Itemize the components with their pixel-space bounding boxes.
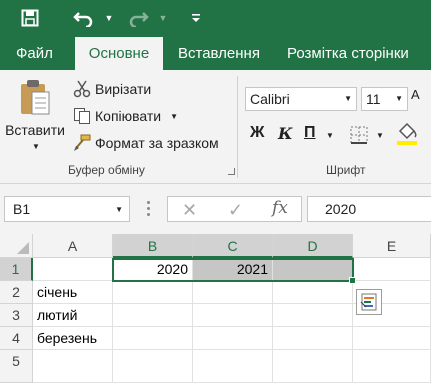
paintbrush-icon	[72, 133, 92, 153]
borders-dropdown-icon[interactable]: ▼	[376, 131, 384, 140]
cell-a1[interactable]	[33, 258, 113, 281]
row-header-3[interactable]: 3	[0, 304, 33, 327]
cell-a3[interactable]: лютий	[33, 304, 113, 327]
row-header-5[interactable]: 5	[0, 350, 33, 383]
copy-label: Копіювати	[95, 108, 162, 124]
redo-icon[interactable]	[126, 7, 150, 29]
font-size-value: 11	[366, 91, 381, 107]
select-all-button[interactable]	[0, 234, 33, 258]
row-header-4[interactable]: 4	[0, 327, 33, 350]
row-header-1[interactable]: 1	[0, 258, 33, 281]
ribbon-separator	[237, 76, 238, 178]
cell-a4[interactable]: березень	[33, 327, 113, 350]
cell-b1[interactable]: 2020	[113, 258, 193, 281]
quick-analysis-icon	[360, 293, 377, 311]
underline-dropdown-icon[interactable]: ▼	[326, 131, 334, 140]
fill-color-icon[interactable]	[396, 122, 418, 149]
font-name-value: Calibri	[250, 91, 290, 107]
tab-page-layout[interactable]: Розмітка сторінки	[287, 37, 409, 70]
italic-button[interactable]: К	[278, 124, 293, 144]
cell-d3[interactable]	[273, 304, 353, 327]
redo-dropdown-icon[interactable]: ▼	[158, 7, 168, 29]
increase-font-size-icon[interactable]: A	[411, 87, 420, 102]
formula-bar: B1 ▼ ✕ ✓ fx 2020	[0, 184, 431, 234]
insert-function-icon[interactable]: fx	[272, 198, 288, 218]
cell-c3[interactable]	[193, 304, 273, 327]
chevron-down-icon[interactable]: ▼	[395, 94, 403, 103]
cell-e5[interactable]	[353, 350, 431, 383]
cell-b5[interactable]	[113, 350, 193, 383]
formula-input[interactable]: 2020	[307, 196, 431, 222]
chevron-down-icon[interactable]: ▼	[344, 94, 352, 103]
ribbon-tabs: Файл Основне Вставлення Розмітка сторінк…	[0, 37, 431, 70]
tab-insert[interactable]: Вставлення	[178, 37, 260, 70]
cut-button[interactable]: Вирізати	[72, 78, 151, 100]
tab-home[interactable]: Основне	[75, 37, 163, 70]
clipboard-icon	[20, 78, 50, 121]
column-header-d[interactable]: D	[273, 234, 353, 258]
column-header-b[interactable]: B	[113, 234, 193, 258]
clipboard-dialog-launcher-icon[interactable]	[228, 168, 235, 175]
cell-c2[interactable]	[193, 281, 273, 304]
save-icon[interactable]	[20, 7, 40, 29]
row-header-2[interactable]: 2	[0, 281, 33, 304]
cut-label: Вирізати	[95, 81, 152, 97]
clipboard-group-label: Буфер обміну	[68, 163, 145, 177]
cell-e1[interactable]	[353, 258, 431, 281]
paste-dropdown-icon[interactable]: ▼	[32, 142, 40, 151]
column-header-a[interactable]: A	[33, 234, 113, 258]
borders-icon[interactable]	[349, 125, 369, 148]
name-box-value: B1	[13, 201, 31, 217]
copy-dropdown-icon[interactable]: ▼	[170, 112, 178, 121]
quick-analysis-button[interactable]	[356, 289, 382, 315]
check-icon[interactable]: ✓	[228, 200, 243, 221]
select-all-triangle-icon	[17, 242, 29, 254]
font-group-label: Шрифт	[326, 163, 366, 177]
copy-icon	[72, 106, 92, 126]
cell-c4[interactable]	[193, 327, 273, 350]
customize-qat-icon[interactable]	[190, 7, 202, 29]
cancel-icon[interactable]: ✕	[182, 200, 197, 221]
cell-d1[interactable]	[273, 258, 353, 281]
formula-value: 2020	[325, 201, 357, 217]
cell-a2[interactable]: січень	[33, 281, 113, 304]
paste-button[interactable]: Вставити ▼	[2, 72, 68, 154]
cell-c5[interactable]	[193, 350, 273, 383]
tab-file[interactable]: Файл	[16, 37, 53, 70]
cell-b4[interactable]	[113, 327, 193, 350]
cell-d4[interactable]	[273, 327, 353, 350]
cell-c1[interactable]: 2021	[193, 258, 273, 281]
cell-b2[interactable]	[113, 281, 193, 304]
worksheet-grid: A B C D E 1 2 3 4 5 2020 2021 січень лют…	[0, 234, 431, 383]
format-painter-button[interactable]: Формат за зразком	[72, 132, 219, 154]
formula-bar-splitter-icon[interactable]	[147, 201, 151, 217]
name-box[interactable]: B1 ▼	[4, 196, 130, 222]
paste-label: Вставити	[5, 122, 65, 138]
cell-b3[interactable]	[113, 304, 193, 327]
copy-button[interactable]: Копіювати ▼	[72, 105, 178, 127]
cell-e4[interactable]	[353, 327, 431, 350]
column-header-c[interactable]: C	[193, 234, 273, 258]
cell-a5[interactable]	[33, 350, 113, 383]
scissors-icon	[72, 79, 92, 99]
font-size-select[interactable]: 11 ▼	[361, 87, 408, 111]
column-header-e[interactable]: E	[353, 234, 431, 258]
undo-dropdown-icon[interactable]: ▼	[104, 7, 114, 29]
undo-icon[interactable]	[72, 7, 96, 29]
cell-d5[interactable]	[273, 350, 353, 383]
fill-handle[interactable]	[349, 277, 356, 284]
quick-access-toolbar: ▼ ▼	[0, 0, 431, 37]
bold-button[interactable]: Ж	[250, 124, 264, 144]
format-painter-label: Формат за зразком	[95, 135, 219, 151]
underline-button[interactable]: П	[304, 124, 316, 144]
cell-d2[interactable]	[273, 281, 353, 304]
font-name-select[interactable]: Calibri ▼	[245, 87, 357, 111]
chevron-down-icon[interactable]: ▼	[115, 205, 123, 214]
